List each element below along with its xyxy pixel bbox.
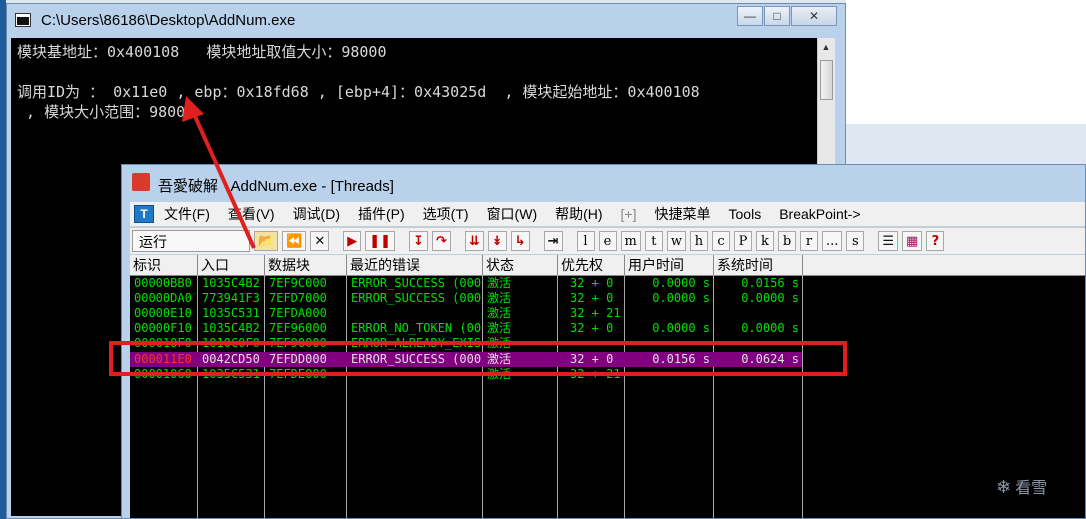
snowflake-icon: ❄ xyxy=(996,477,1012,497)
watermark-text: 看雪 xyxy=(1015,480,1048,497)
annotation-arrow-icon xyxy=(182,96,256,249)
watermark: ❄ 看雪 xyxy=(996,474,1047,498)
